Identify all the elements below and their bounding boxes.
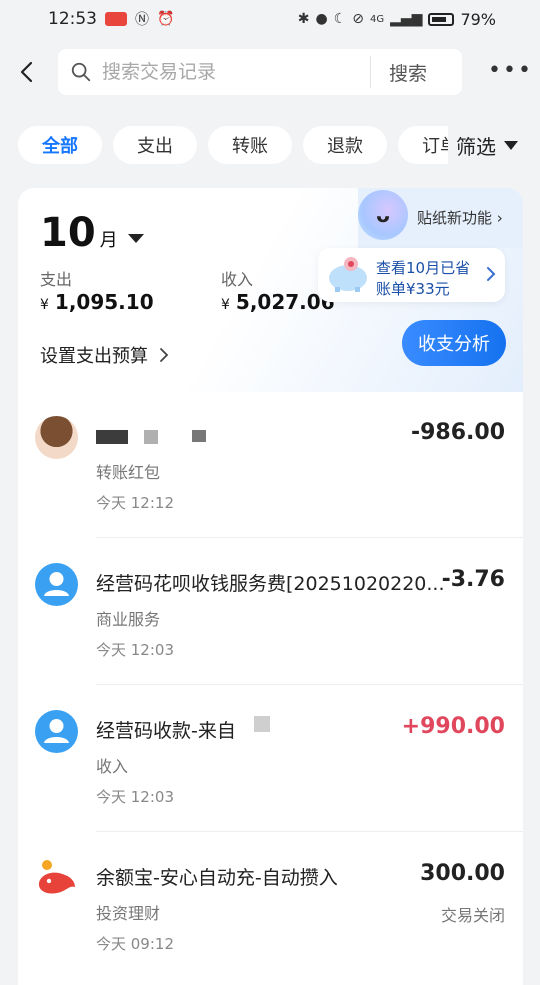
month-selector[interactable]: 10 月 xyxy=(40,210,144,256)
chip-refund[interactable]: 退款 xyxy=(303,126,387,164)
user-icon xyxy=(44,719,69,743)
redacted-name xyxy=(96,430,128,444)
savings-line2: 账单¥33元 xyxy=(376,280,450,298)
alarm-icon: ⏰ xyxy=(157,11,175,27)
redacted-name xyxy=(192,430,206,442)
avatar xyxy=(35,416,78,459)
savings-line1: 查看10月已省 xyxy=(376,259,471,277)
network-type: 4G xyxy=(370,13,385,25)
status-bar: 12:53 Ⓝ ⏰ ✱ ● ☾ ⊘ 4G ▂▄▆ 79% xyxy=(0,0,540,38)
search-box[interactable]: 搜索 xyxy=(58,49,462,95)
transaction-amount: +990.00 xyxy=(401,714,505,739)
chevron-right-icon xyxy=(160,348,169,362)
more-options-icon[interactable]: ••• xyxy=(488,58,533,83)
month-caret-icon xyxy=(127,233,144,243)
transaction-time: 今天 09:12 xyxy=(96,935,174,953)
filter-caret-icon xyxy=(504,140,518,150)
divider xyxy=(96,684,523,685)
summary-card: ᴗ 贴纸新功能 › 10 月 支出 ¥1,095.10 收入 ¥5,027.06… xyxy=(18,188,523,392)
expense-label: 支出 xyxy=(40,270,73,289)
yuebao-icon xyxy=(35,857,78,900)
divider xyxy=(96,831,523,832)
transaction-category: 转账红包 xyxy=(96,463,161,482)
transaction-time: 今天 12:03 xyxy=(96,641,174,659)
signal-icon: ▂▄▆ xyxy=(390,11,423,27)
month-number: 10 xyxy=(40,210,96,256)
do-not-disturb-icon: ☾ xyxy=(333,11,347,27)
transaction-amount: -986.00 xyxy=(410,420,505,445)
header: 搜索 ••• xyxy=(0,46,540,98)
savings-bubble[interactable]: 查看10月已省 账单¥33元 xyxy=(318,248,505,302)
transaction-amount: 300.00 xyxy=(420,861,505,886)
chip-all[interactable]: 全部 xyxy=(18,126,102,164)
back-arrow-icon xyxy=(20,61,33,83)
transaction-row[interactable]: 经营码收款-来自 收入 今天 12:03 +990.00 xyxy=(18,686,523,832)
sticker-text[interactable]: 贴纸新功能 › xyxy=(417,207,503,228)
transaction-time: 今天 12:12 xyxy=(96,494,174,512)
set-budget-link[interactable]: 设置支出预算 xyxy=(40,342,170,368)
chip-expense[interactable]: 支出 xyxy=(113,126,197,164)
divider xyxy=(96,537,523,538)
chip-transfer[interactable]: 转账 xyxy=(208,126,292,164)
mute-icon: ⊘ xyxy=(352,11,364,27)
piggy-bank-icon xyxy=(329,257,367,292)
transaction-amount: -3.76 xyxy=(441,567,505,592)
transaction-title: 经营码收款-来自 xyxy=(96,720,236,742)
filter-label: 筛选 xyxy=(456,134,496,159)
transaction-category: 投资理财 xyxy=(96,904,161,923)
fish-icon xyxy=(38,860,75,894)
redacted-name xyxy=(254,716,270,732)
search-divider xyxy=(370,56,371,88)
expense-value: ¥1,095.10 xyxy=(40,290,154,314)
user-icon xyxy=(44,572,69,596)
back-button[interactable] xyxy=(0,46,56,98)
filter-button[interactable]: 筛选 xyxy=(448,126,540,164)
transaction-row[interactable]: 经营码花呗收钱服务费[20251020220... 商业服务 今天 12:03 … xyxy=(18,539,523,685)
redacted-name xyxy=(144,430,158,444)
sticker-face-icon[interactable]: ᴗ xyxy=(358,190,408,240)
search-icon xyxy=(71,62,91,82)
transaction-list: 转账红包 今天 12:12 -986.00 经营码花呗收钱服务费[2025102… xyxy=(18,392,523,985)
month-unit: 月 xyxy=(99,230,118,251)
vibrate-icon: ✱ xyxy=(297,11,310,27)
search-input[interactable] xyxy=(102,61,362,83)
app-notification-icon xyxy=(105,12,127,26)
transaction-row[interactable]: 转账红包 今天 12:12 -986.00 xyxy=(18,392,523,538)
transaction-category: 商业服务 xyxy=(96,610,161,629)
chevron-right-icon xyxy=(487,267,496,281)
avatar xyxy=(35,563,78,606)
status-time: 12:53 xyxy=(48,9,97,29)
location-icon: ● xyxy=(315,11,328,27)
transaction-title: 经营码花呗收钱服务费[20251020220... xyxy=(96,573,445,595)
transaction-time: 今天 12:03 xyxy=(96,788,174,806)
transaction-title: 余额宝-安心自动充-自动攒入 xyxy=(96,867,338,889)
nfc-icon: Ⓝ xyxy=(135,12,149,28)
transaction-row[interactable]: 余额宝-安心自动充-自动攒入 投资理财 今天 09:12 300.00 交易关闭 xyxy=(18,833,523,979)
income-expense-analysis-button[interactable]: 收支分析 xyxy=(402,320,506,366)
battery-percent: 79% xyxy=(460,9,496,29)
avatar xyxy=(35,710,78,753)
transaction-category: 收入 xyxy=(96,757,129,776)
search-button[interactable]: 搜索 xyxy=(389,59,427,86)
income-label: 收入 xyxy=(221,270,254,289)
battery-icon xyxy=(428,12,455,26)
transaction-status: 交易关闭 xyxy=(440,906,505,925)
